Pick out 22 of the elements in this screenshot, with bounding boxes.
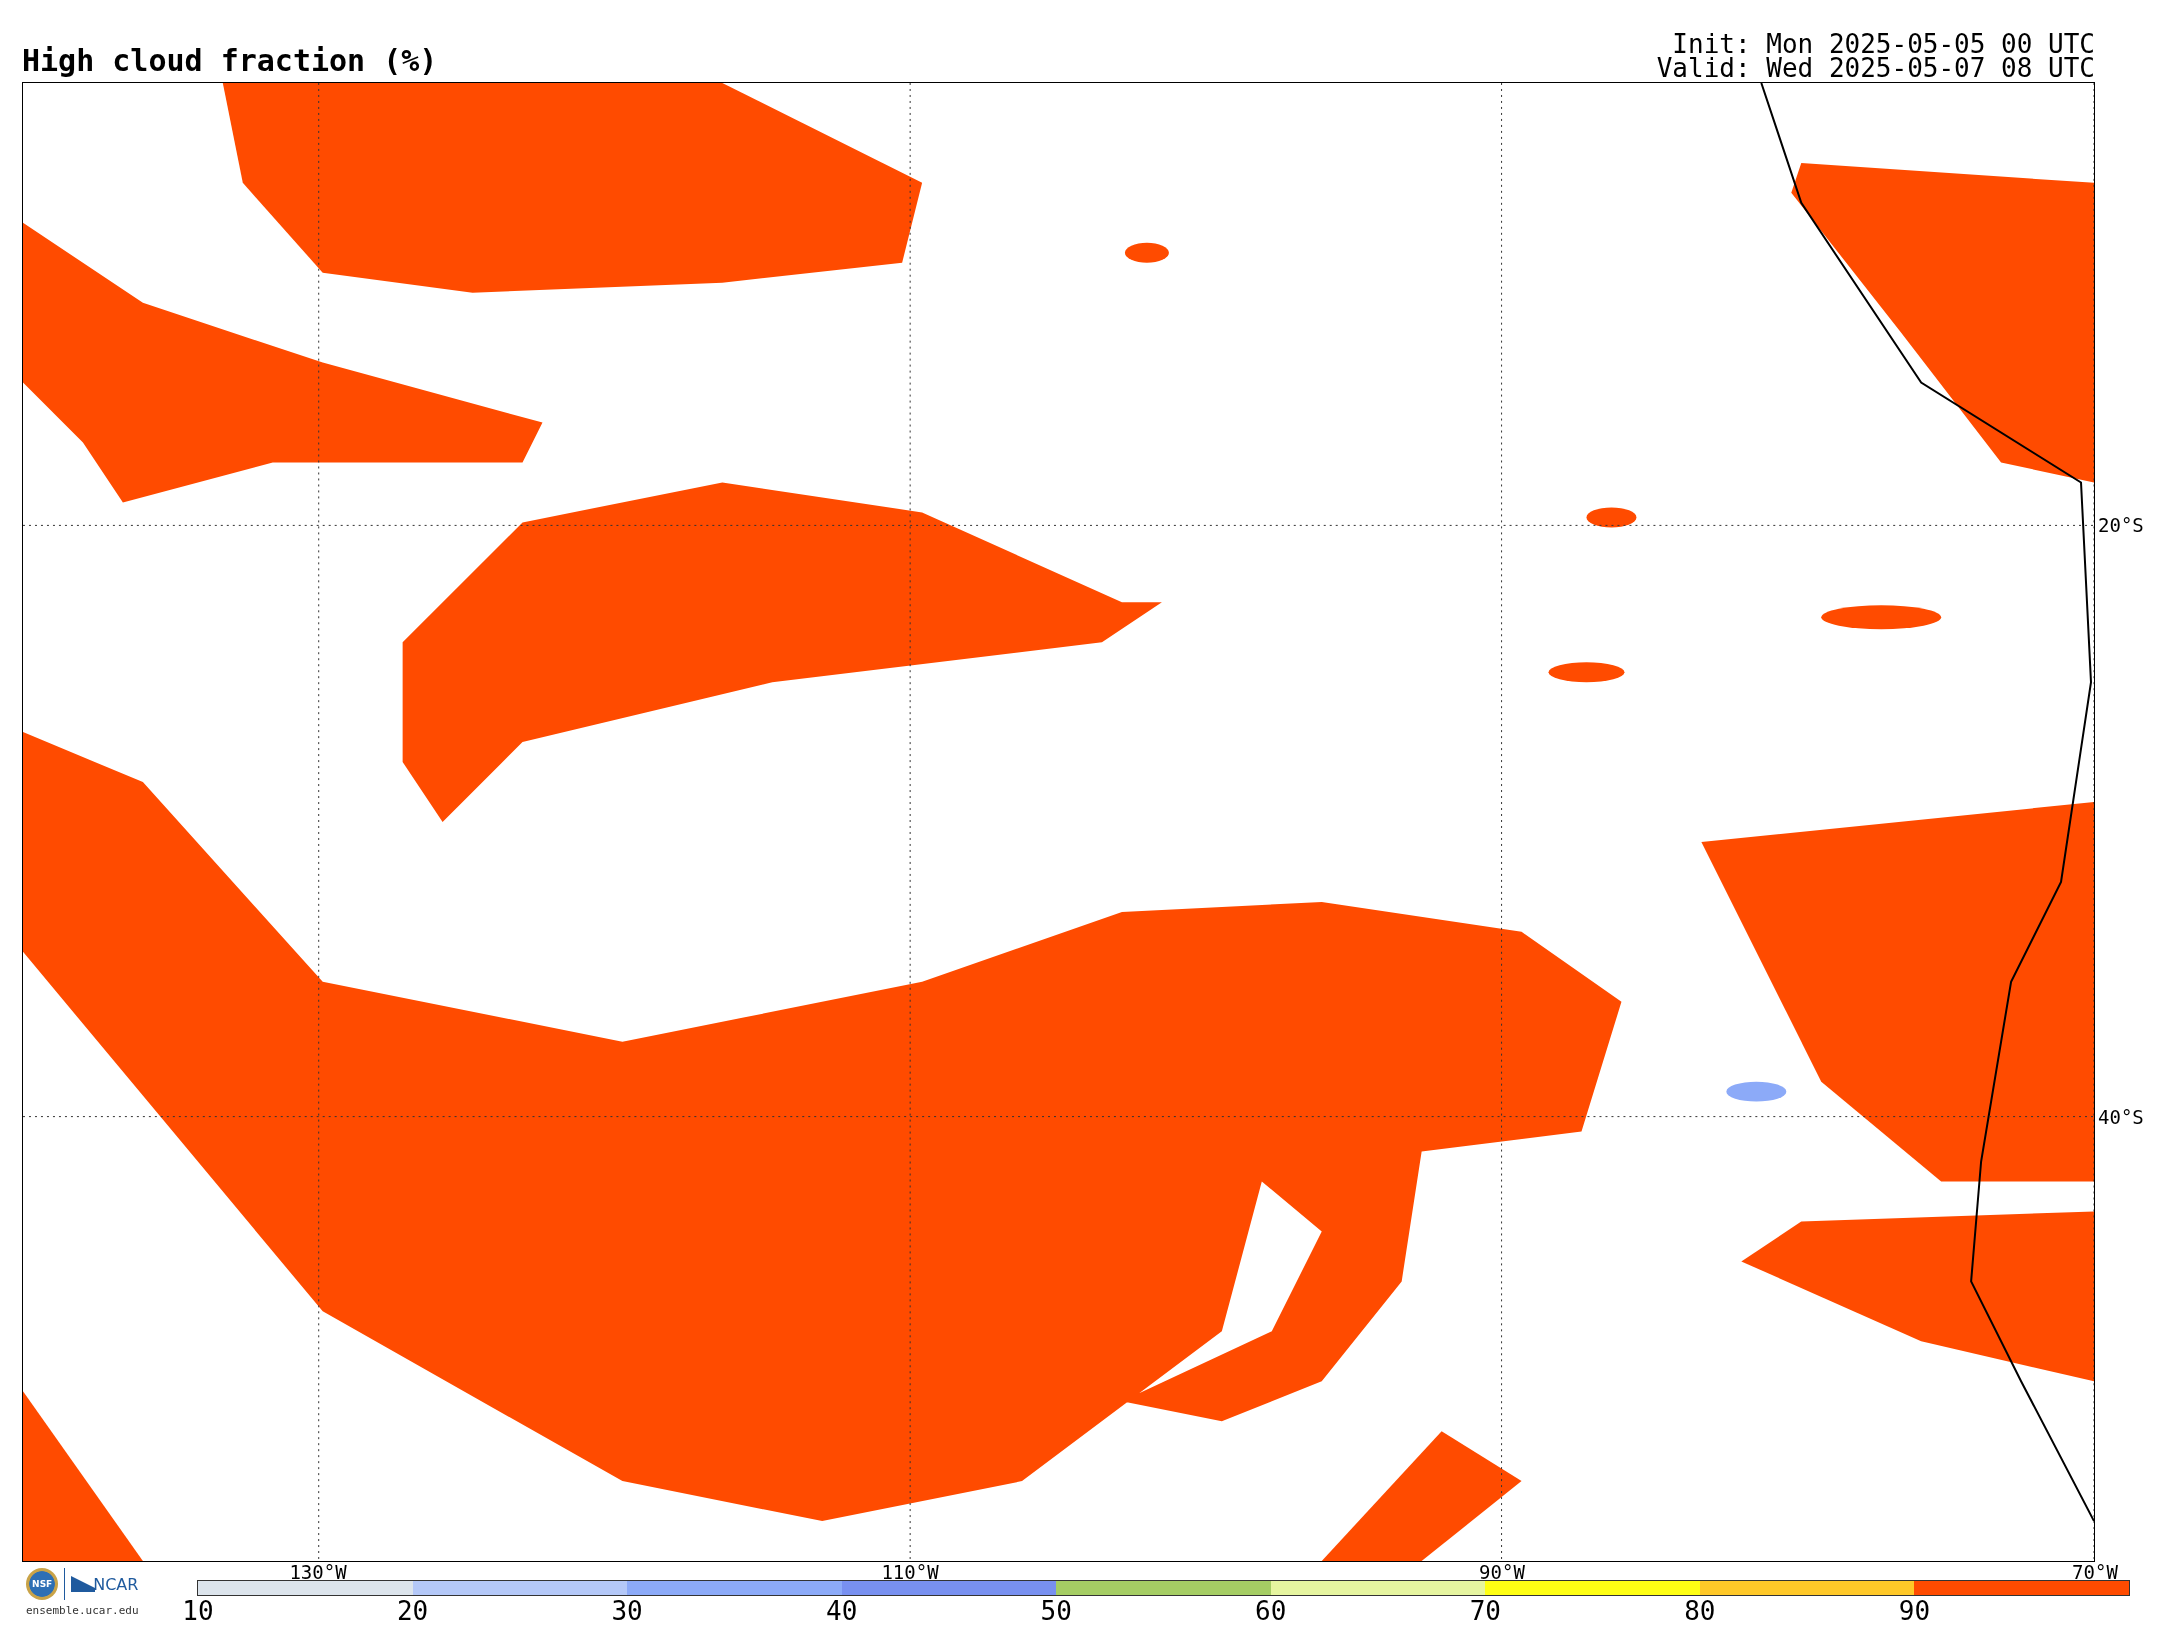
longitude-label: 130°W [289,1562,347,1582]
colorbar-label: 20 [396,1597,429,1625]
colorbar-label: 30 [611,1597,643,1625]
colorbar-label: 70 [1469,1597,1501,1625]
longitude-label: 90°W [1479,1562,1525,1582]
colorbar-label: 80 [1684,1597,1716,1625]
ncar-logo: NCAR [93,1574,139,1594]
init-time: Init: Mon 2025-05-05 00 UTC [1672,32,2095,56]
colorbar-label: 50 [1040,1597,1072,1625]
latitude-label: 20°S [2098,515,2144,535]
latitude-label: 40°S [2098,1107,2144,1127]
website-url: ensemble.ucar.edu [26,1604,139,1617]
longitude-label: 110°W [881,1562,939,1582]
colorbar-label: 60 [1255,1597,1287,1625]
colorbar-label: 90 [1898,1597,1931,1625]
colorbar-label: 40 [826,1597,858,1625]
longitude-label: 70°W [2072,1562,2118,1582]
colorbar-label: 10 [182,1597,214,1625]
valid-time: Valid: Wed 2025-05-07 08 UTC [1656,56,2095,80]
flag-icon [71,1576,96,1592]
nsf-logo: NSF [26,1568,59,1600]
chart-title: High cloud fraction (%) [22,46,438,80]
